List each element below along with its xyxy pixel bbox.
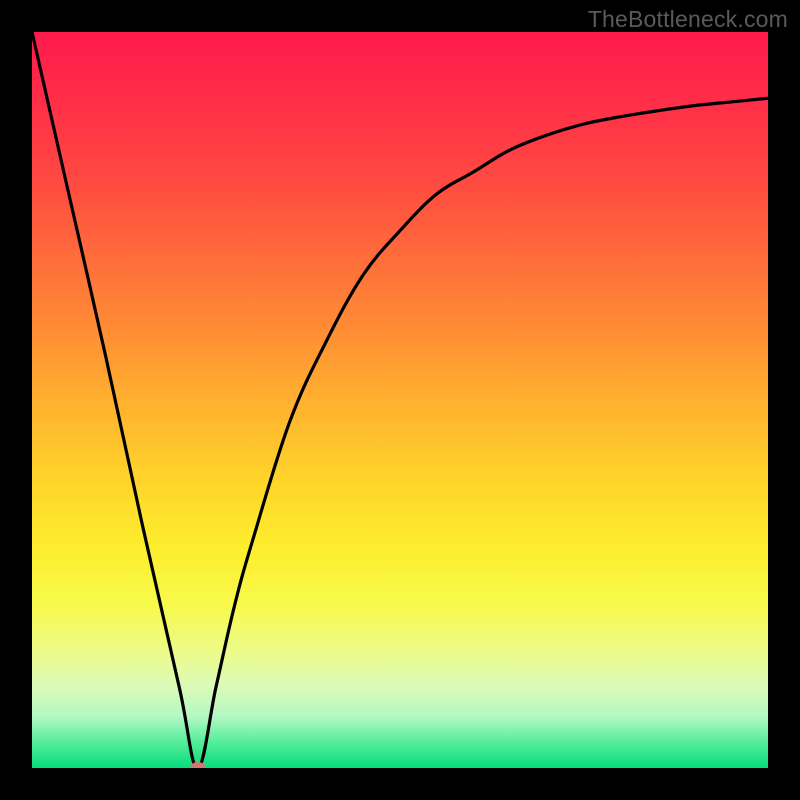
- optimal-point-marker: [190, 762, 206, 768]
- chart-frame: TheBottleneck.com: [0, 0, 800, 800]
- watermark-text: TheBottleneck.com: [588, 6, 788, 33]
- plot-area: [32, 32, 768, 768]
- bottleneck-curve: [32, 32, 768, 768]
